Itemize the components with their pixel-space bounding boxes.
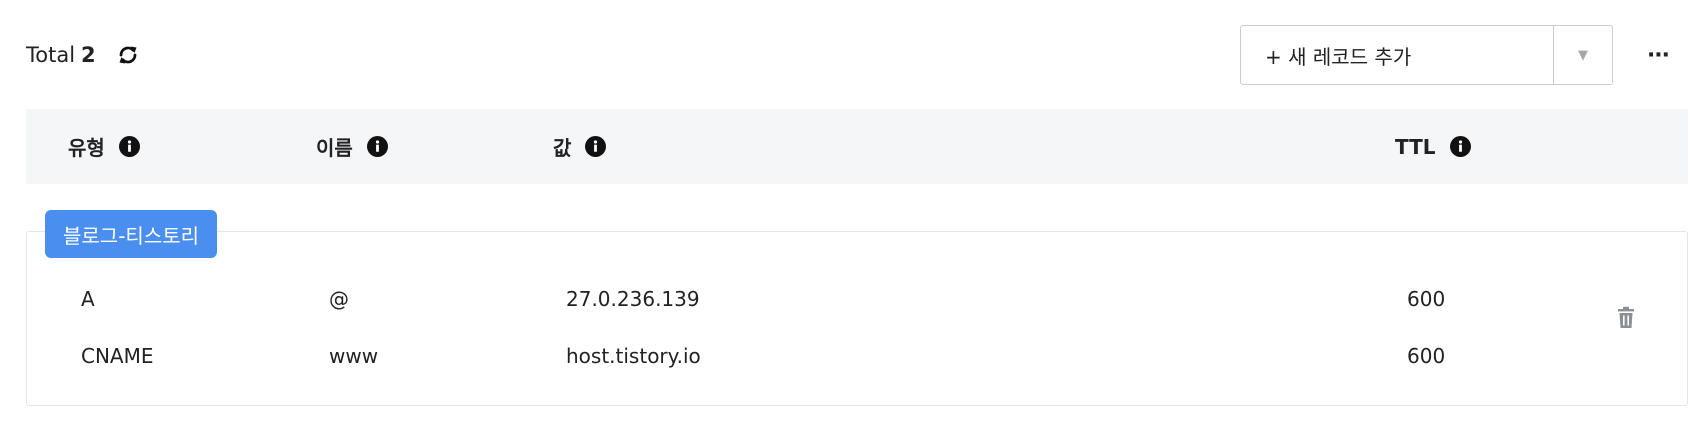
column-header-ttl: TTL: [1395, 109, 1471, 184]
record-ttl: 600: [1407, 287, 1446, 311]
info-icon[interactable]: [118, 136, 140, 157]
more-options-button[interactable]: ⋯: [1644, 40, 1674, 70]
trash-icon[interactable]: [1615, 306, 1637, 330]
info-icon[interactable]: [1449, 136, 1471, 157]
record-value: host.tistory.io: [566, 344, 701, 368]
caret-down-icon: ▼: [1578, 47, 1588, 63]
total-count: 2: [81, 43, 96, 67]
add-record-button[interactable]: + 새 레코드 추가: [1241, 26, 1553, 84]
record-name: www: [329, 344, 379, 368]
total-summary: Total 2: [26, 40, 140, 70]
record-type: A: [81, 287, 95, 311]
record-group: [26, 231, 1688, 406]
add-record-dropdown-toggle[interactable]: ▼: [1553, 26, 1612, 84]
record-ttl: 600: [1407, 344, 1446, 368]
record-group-label: 블로그-티스토리: [45, 210, 218, 258]
info-icon[interactable]: [585, 136, 607, 157]
record-value: 27.0.236.139: [566, 287, 700, 311]
info-icon[interactable]: [366, 136, 388, 157]
total-label: Total: [26, 43, 76, 67]
add-record-split-button: + 새 레코드 추가 ▼: [1240, 25, 1613, 85]
more-horizontal-icon: ⋯: [1647, 42, 1671, 68]
record-name: @: [329, 287, 349, 311]
column-header-label: 이름: [316, 136, 353, 160]
column-header-type: 유형: [68, 109, 140, 184]
table-header: 유형 이름 값 TTL: [26, 109, 1688, 184]
refresh-icon[interactable]: [116, 43, 140, 67]
dns-records-panel: Total 2 + 새 레코드 추가 ▼ ⋯ 유형 이름 값 TTL 블로그-티…: [0, 0, 1697, 423]
column-header-label: TTL: [1395, 134, 1436, 159]
record-type: CNAME: [81, 344, 154, 368]
column-header-value: 값: [553, 109, 607, 184]
column-header-label: 값: [553, 136, 572, 160]
column-header-label: 유형: [68, 136, 105, 160]
column-header-name: 이름: [316, 109, 388, 184]
